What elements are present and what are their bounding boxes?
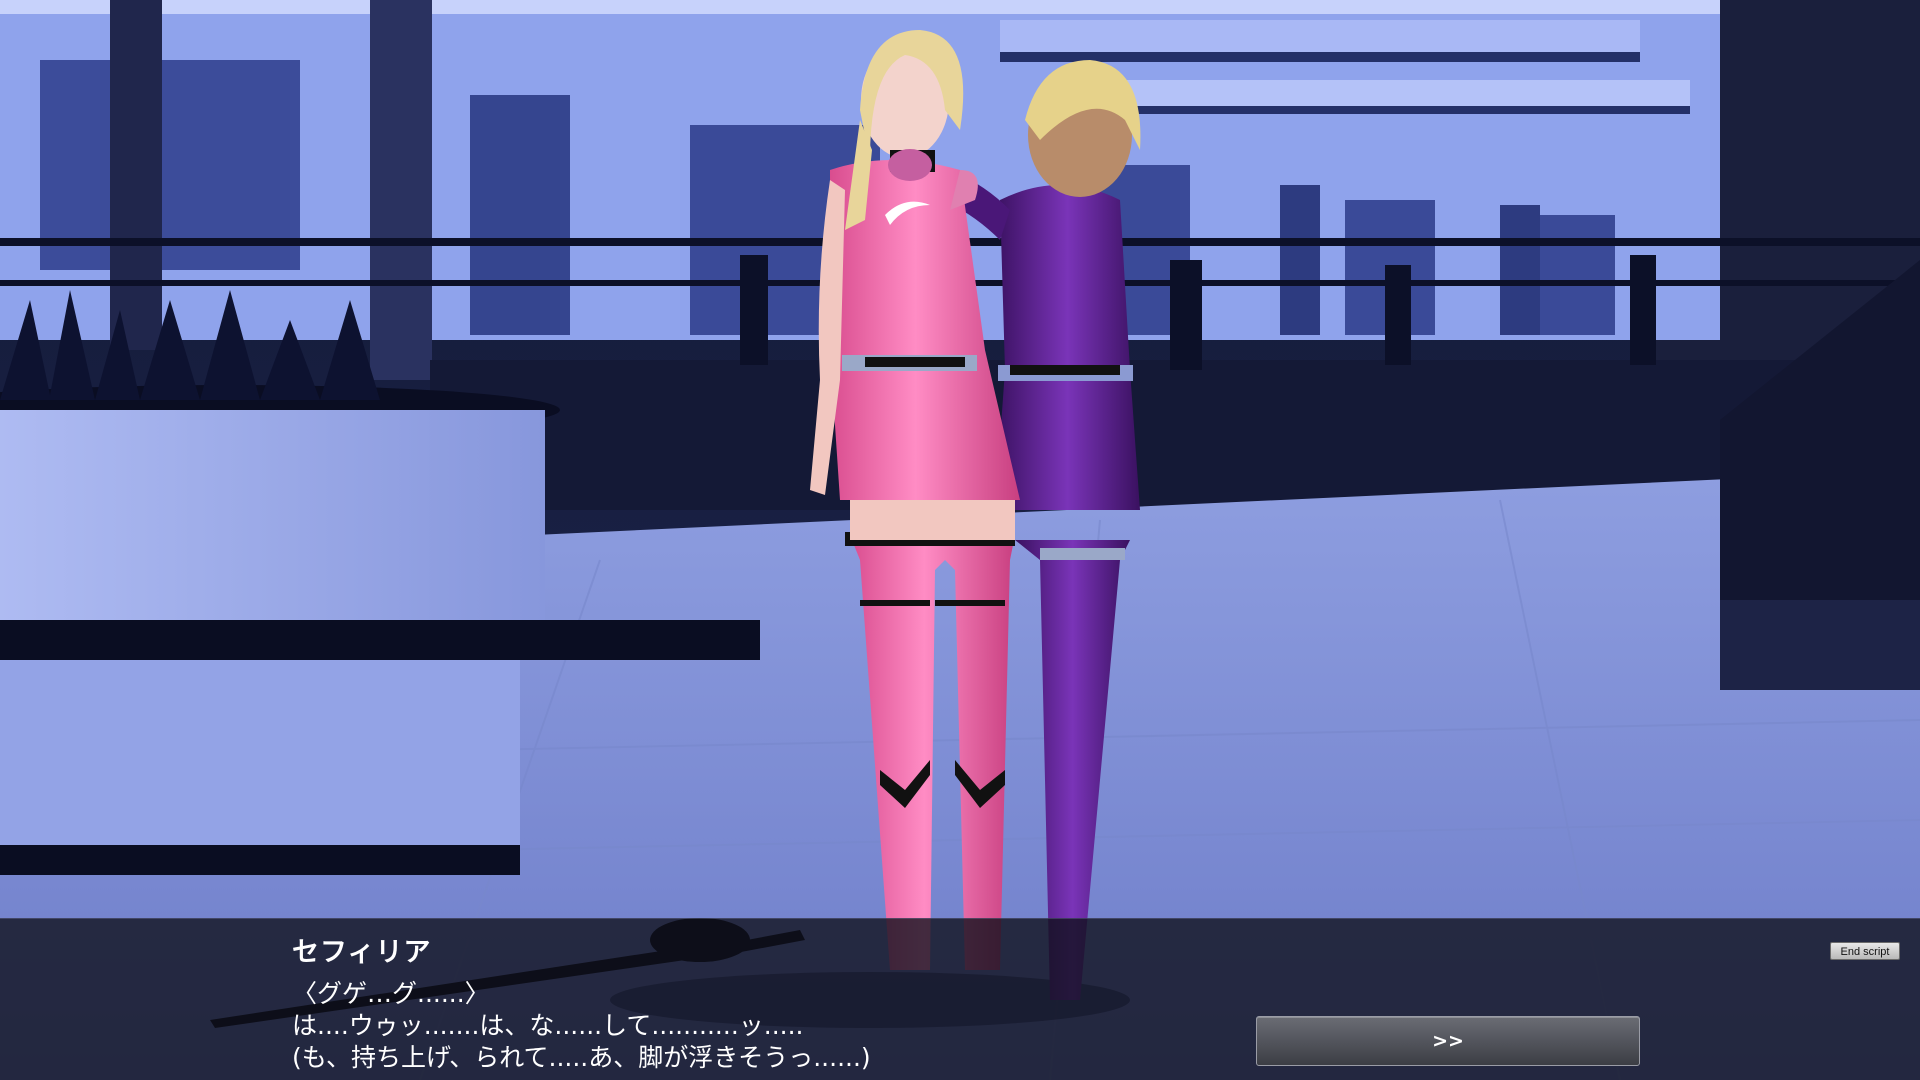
end-script-button[interactable]: End script — [1830, 942, 1900, 960]
next-button[interactable]: >> — [1256, 1016, 1640, 1066]
dialogue-line: 〈グゲ…グ......〉 — [292, 979, 490, 1008]
dialogue-line: (も、持ち上げ、られて.....あ、脚が浮きそうっ......) — [292, 1043, 871, 1072]
dialogue-line: は....ウゥッ.......は、な......して...........ッ..… — [292, 1011, 804, 1040]
game-screen: セフィリア 〈グゲ…グ......〉 は....ウゥッ.......は、な...… — [0, 0, 1920, 1080]
speaker-name: セフィリア — [292, 937, 432, 968]
